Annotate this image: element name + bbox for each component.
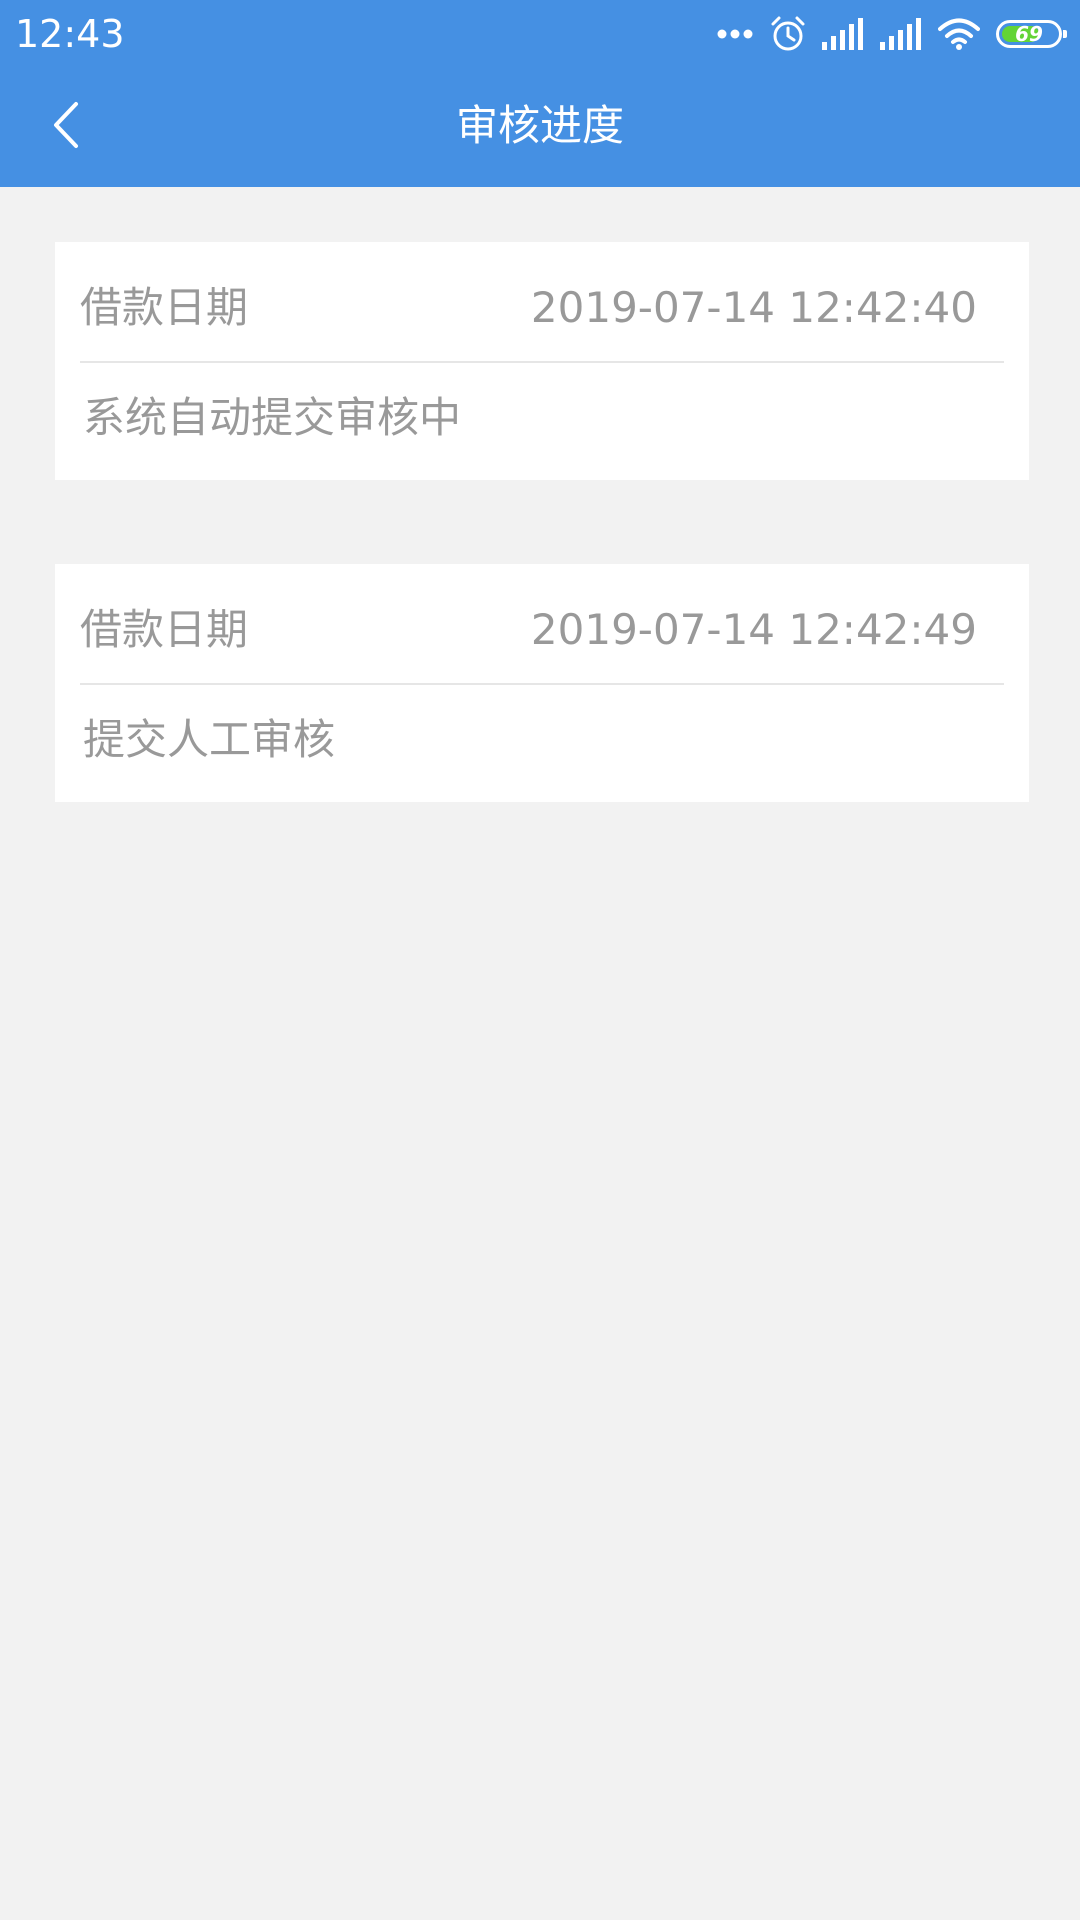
app-header: 12:43 69 审核进度 <box>0 0 1080 187</box>
progress-card: 借款日期 2019-07-14 12:42:49 提交人工审核 <box>55 564 1029 802</box>
status-icons: 69 <box>716 14 1067 54</box>
status-time: 12:43 <box>15 12 125 56</box>
more-dots-icon <box>716 28 754 40</box>
progress-card: 借款日期 2019-07-14 12:42:40 系统自动提交审核中 <box>55 242 1029 480</box>
signal-icon <box>822 18 864 50</box>
card-header-row: 借款日期 2019-07-14 12:42:40 <box>80 242 1004 363</box>
battery-level: 69 <box>1015 22 1043 46</box>
nav-bar: 审核进度 <box>0 68 1080 187</box>
status-bar: 12:43 69 <box>0 0 1080 68</box>
review-status-text: 提交人工审核 <box>83 715 336 764</box>
loan-date-label: 借款日期 <box>80 605 249 654</box>
page-title: 审核进度 <box>455 101 624 150</box>
battery-icon: 69 <box>996 20 1067 48</box>
wifi-icon <box>938 18 980 50</box>
signal-icon <box>880 18 922 50</box>
loan-date-value: 2019-07-14 12:42:49 <box>530 605 977 654</box>
battery-nub <box>1063 30 1067 38</box>
card-header-row: 借款日期 2019-07-14 12:42:49 <box>80 564 1004 685</box>
loan-date-value: 2019-07-14 12:42:40 <box>530 283 977 332</box>
alarm-icon <box>770 15 806 53</box>
review-status-text: 系统自动提交审核中 <box>83 393 462 442</box>
loan-date-label: 借款日期 <box>80 283 249 332</box>
